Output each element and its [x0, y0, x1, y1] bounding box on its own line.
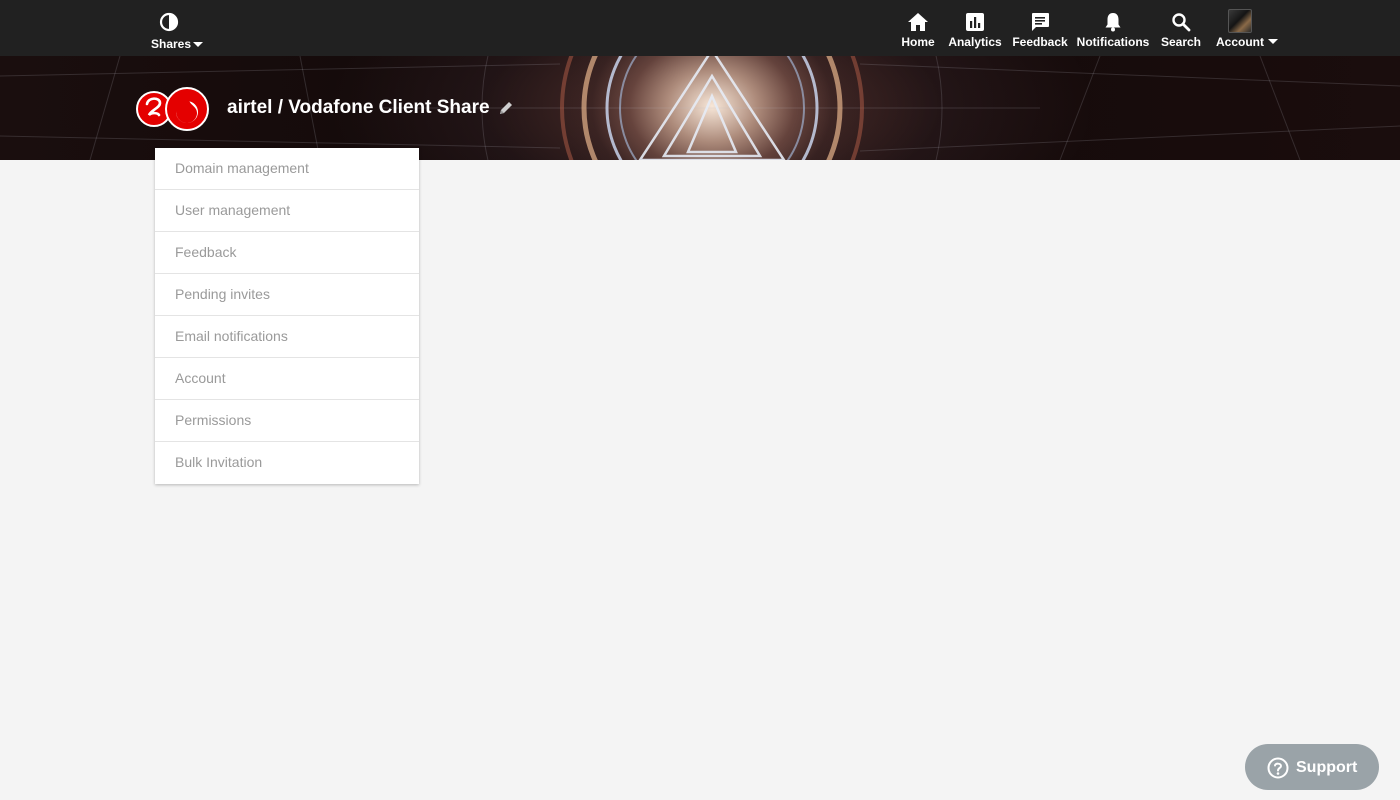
top-navigation-bar: Shares Home Analytics Feedback Notificat… [0, 0, 1400, 56]
avatar [1228, 9, 1252, 33]
support-label: Support [1296, 759, 1358, 776]
menu-item-email-notifications[interactable]: Email notifications [155, 316, 419, 358]
nav-feedback-label: Feedback [1012, 35, 1068, 49]
menu-item-pending-invites[interactable]: Pending invites [155, 274, 419, 316]
nav-feedback[interactable]: Feedback [1012, 0, 1068, 56]
share-banner [0, 56, 1400, 160]
menu-item-bulk-invitation[interactable]: Bulk Invitation [155, 442, 419, 484]
nav-analytics[interactable]: Analytics [948, 0, 1002, 56]
client-share-title: airtel / Vodafone Client Share [227, 97, 490, 118]
bell-icon [1103, 12, 1123, 32]
nav-account[interactable]: Account [1216, 0, 1264, 56]
search-icon [1171, 12, 1191, 32]
pencil-icon[interactable] [498, 100, 514, 121]
airtel-vodafone-logo [136, 86, 210, 132]
nav-search-label: Search [1160, 35, 1202, 49]
menu-item-permissions[interactable]: Permissions [155, 400, 419, 442]
nav-account-label: Account [1216, 35, 1264, 49]
nav-search[interactable]: Search [1160, 0, 1202, 56]
shares-caret-icon [193, 42, 203, 47]
analytics-icon [965, 12, 985, 32]
account-caret-icon[interactable] [1268, 39, 1278, 44]
menu-item-feedback[interactable]: Feedback [155, 232, 419, 274]
menu-item-account[interactable]: Account [155, 358, 419, 400]
menu-item-domain-management[interactable]: Domain management [155, 148, 419, 190]
half-circle-logo-icon [159, 12, 179, 37]
home-icon [907, 12, 929, 32]
question-icon [1267, 757, 1289, 784]
shares-dropdown[interactable]: Shares [148, 10, 208, 52]
nav-home[interactable]: Home [898, 0, 938, 56]
nav-notifications-label: Notifications [1076, 35, 1150, 49]
settings-menu: Domain management User management Feedba… [155, 148, 419, 484]
nav-analytics-label: Analytics [948, 35, 1002, 49]
banner-artwork [0, 56, 1400, 160]
nav-notifications[interactable]: Notifications [1076, 0, 1150, 56]
feedback-icon [1030, 12, 1050, 32]
support-button[interactable]: Support [1245, 744, 1379, 790]
menu-item-user-management[interactable]: User management [155, 190, 419, 232]
nav-home-label: Home [901, 35, 935, 49]
shares-label: Shares [151, 37, 192, 51]
